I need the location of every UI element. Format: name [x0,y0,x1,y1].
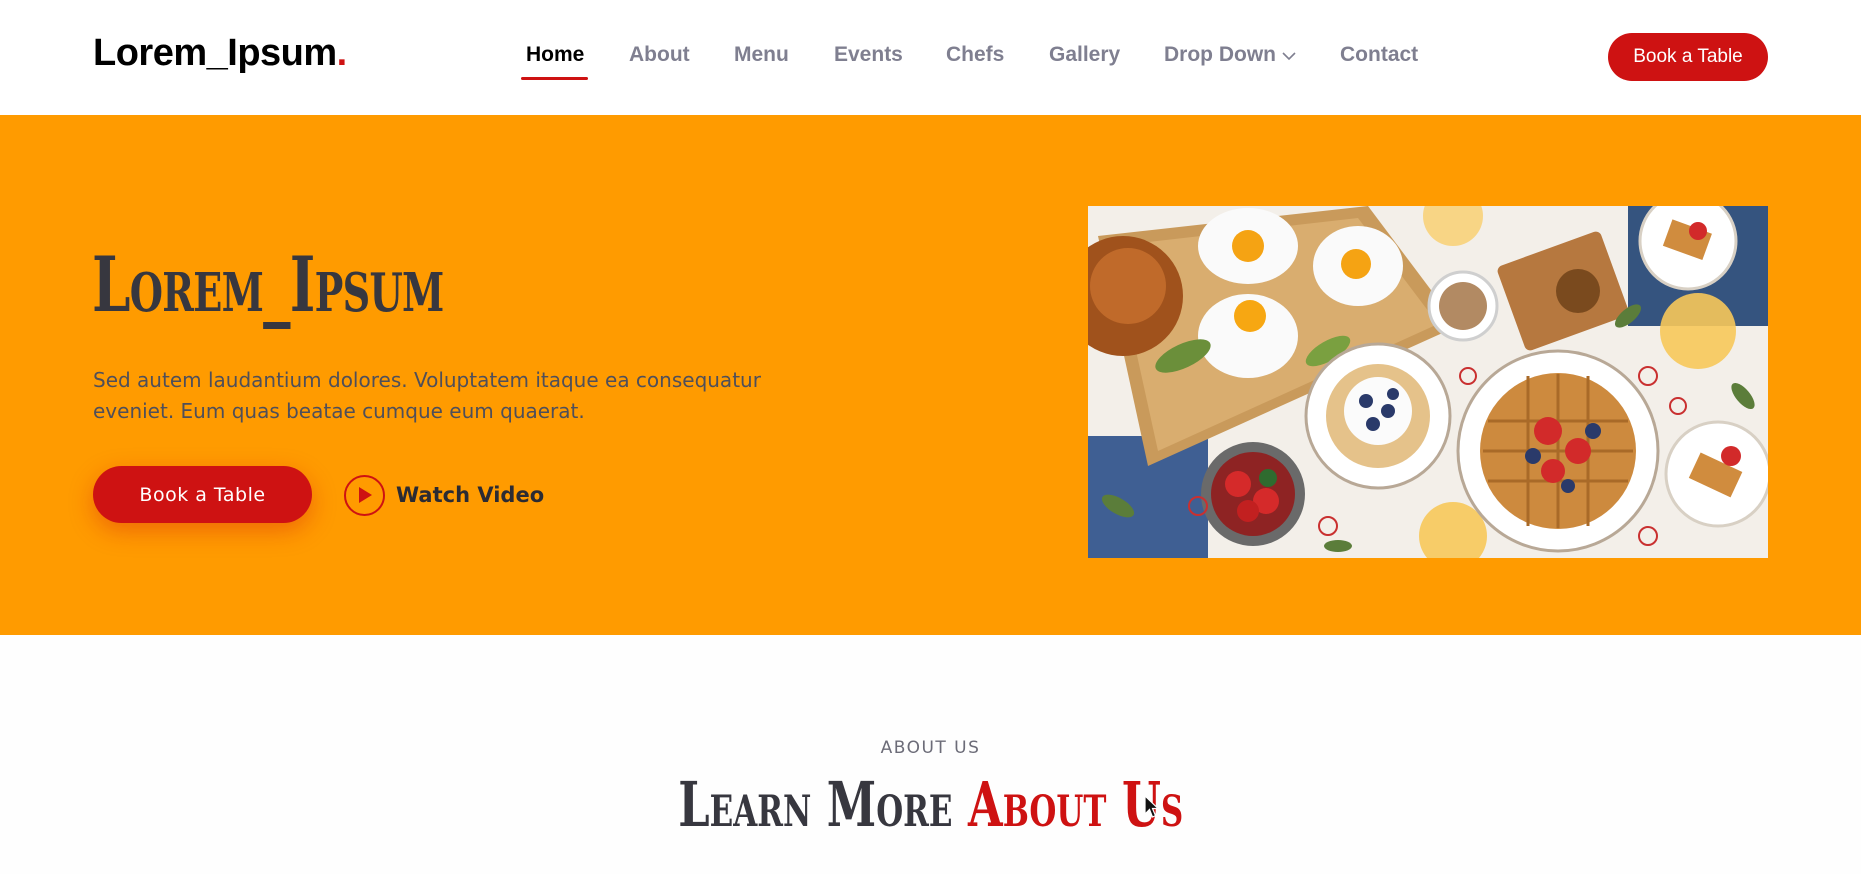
hero-title: Lorem_Ipsum [92,240,444,329]
nav-menu[interactable]: Menu [734,43,789,67]
nav-home[interactable]: Home [526,43,584,67]
nav-dropdown[interactable]: Drop Down [1164,43,1296,67]
nav-chefs[interactable]: Chefs [946,43,1004,67]
nav-dropdown-label: Drop Down [1164,43,1276,66]
hero-text: Sed autem laudantium dolores. Voluptatem… [93,368,761,423]
logo[interactable]: Lorem_Ipsum. [93,32,347,75]
about-kicker: ABOUT US [880,738,981,758]
about-section: ABOUT US Learn More About Us [0,635,1861,874]
nav-gallery[interactable]: Gallery [1049,43,1120,67]
chevron-down-icon [1282,43,1296,67]
food-photo-icon [1088,206,1768,558]
logo-text: Lorem_Ipsum [93,32,337,74]
play-icon [344,474,385,516]
about-title-plain: Learn More [677,768,953,841]
site-header: Lorem_Ipsum. Home About Menu Events Chef… [0,0,1861,115]
hero-food-image [1088,206,1768,558]
active-nav-underline [521,77,588,80]
mouse-cursor-icon [1144,794,1160,824]
hero-section: Lorem_Ipsum Sed autem laudantium dolores… [0,115,1861,635]
nav-contact[interactable]: Contact [1340,43,1418,67]
watch-video-label: Watch Video [396,483,545,507]
nav-events[interactable]: Events [834,43,903,67]
watch-video-link[interactable]: Watch Video [344,474,544,516]
logo-dot: . [336,32,348,74]
hero-book-table-button[interactable]: Book a Table [93,466,312,523]
about-title: Learn More About Us [0,768,1861,841]
nav-about[interactable]: About [629,43,690,67]
header-book-table-button[interactable]: Book a Table [1608,33,1768,81]
